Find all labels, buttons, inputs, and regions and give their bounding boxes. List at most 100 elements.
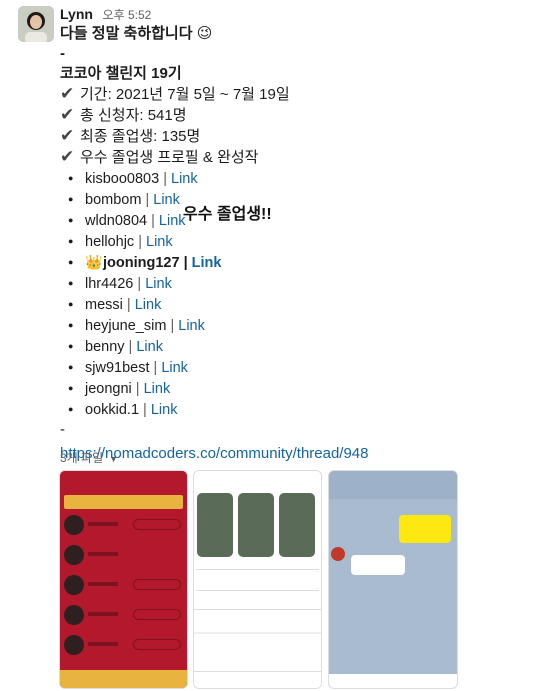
thumbnail-chat-bubble-received (351, 555, 405, 575)
graduate-name: benny (85, 339, 125, 355)
check-item-text: 최종 졸업생: 135명 (80, 128, 201, 145)
graduate-link[interactable]: Link (146, 234, 173, 250)
check-item: ✔ 우수 졸업생 프로필 & 완성작 (60, 147, 528, 168)
thumbnail-post-box (194, 597, 321, 610)
thread-url-link[interactable]: https://nomadcoders.co/community/thread/… (60, 444, 528, 464)
bullet-icon: ● (68, 194, 74, 204)
check-item-text: 우수 졸업생 프로필 & 완성작 (80, 149, 259, 166)
list-item: ● kisboo0803 | Link (60, 168, 528, 189)
graduate-name: sjw91best (85, 360, 150, 376)
list-item: ● messi | Link (60, 294, 528, 315)
list-item: ● lhr4426 | Link (60, 273, 528, 294)
thumbnail-chat-header (329, 471, 457, 499)
author-name[interactable]: Lynn (60, 6, 93, 22)
graduate-name: hellohjc (85, 234, 135, 250)
message: Lynn 오후 5:52 다들 정말 축하합니다 😉 - 코코아 챌린지 19기… (60, 5, 528, 464)
bullet-icon: ● (68, 236, 74, 246)
check-mark-icon: ✔ (60, 84, 75, 103)
graduate-link[interactable]: Link (159, 213, 186, 229)
thumbnail-row (64, 515, 183, 541)
graduate-name: messi (85, 297, 123, 313)
files-count-label: 3개 파일 (60, 451, 104, 465)
list-item: ● benny | Link (60, 336, 528, 357)
check-item-text: 총 신청자: 541명 (80, 107, 187, 124)
thumbnail-banner (64, 495, 183, 509)
divider-dash: - (60, 421, 65, 438)
separator: | (137, 276, 142, 292)
caret-down-icon: ▼ (109, 454, 119, 464)
list-item: ● sjw91best | Link (60, 357, 528, 378)
thumbnail-nav-bar (194, 671, 321, 688)
check-mark-icon: ✔ (60, 105, 75, 124)
bullet-icon: ● (68, 257, 74, 267)
separator: | (183, 255, 188, 271)
bullet-icon: ● (68, 215, 74, 225)
timestamp[interactable]: 오후 5:52 (103, 8, 152, 22)
graduate-link[interactable]: Link (171, 171, 198, 187)
check-item-text: 기간: 2021년 7월 5일 ~ 7월 19일 (80, 86, 290, 103)
bullet-icon: ● (68, 320, 74, 330)
list-item: ● hellohjc | Link (60, 231, 528, 252)
check-item: ✔ 기간: 2021년 7월 5일 ~ 7월 19일 (60, 84, 528, 105)
thumbnail-row (64, 575, 183, 601)
list-item: ● bombom | Link (60, 189, 528, 210)
graduate-link[interactable]: Link (136, 339, 163, 355)
bullet-icon: ● (68, 173, 74, 183)
files-toggle[interactable]: 3개 파일 ▼ (60, 449, 118, 466)
separator: | (170, 318, 175, 334)
list-item: ● heyjune_sim | Link (60, 315, 528, 336)
bullet-icon: ● (68, 299, 74, 309)
app-header-bar (60, 471, 187, 489)
bullet-icon: ● (68, 341, 74, 351)
graduate-link[interactable]: Link (151, 402, 178, 418)
graduate-list: ● kisboo0803 | Link ● bombom | Link ● wldn0… (60, 168, 528, 420)
message-header: Lynn 오후 5:52 (60, 5, 528, 24)
thumbnail-app-logo (194, 471, 321, 485)
avatar[interactable] (18, 6, 54, 42)
graduate-name: jooning127 (103, 255, 180, 271)
greeting: 다들 정말 축하합니다 😉 (60, 25, 213, 42)
file-thumbnail-3[interactable] (328, 470, 458, 689)
graduate-link[interactable]: Link (135, 297, 162, 313)
separator: | (138, 234, 142, 250)
graduate-link[interactable]: Link (145, 276, 172, 292)
graduate-name: jeongni (85, 381, 132, 397)
crown-icon: 👑 (85, 254, 103, 270)
bullet-icon: ● (68, 362, 74, 372)
challenge-title: 코코아 챌린지 19기 (60, 65, 182, 82)
bullet-icon: ● (68, 404, 74, 414)
thumbnail-row (64, 605, 183, 631)
bullet-icon: ● (68, 278, 74, 288)
graduate-name: heyjune_sim (85, 318, 167, 334)
separator: | (143, 402, 147, 418)
graduate-name: bombom (85, 192, 142, 208)
thumbnail-chat-bubble-sent (399, 515, 451, 543)
graduate-link[interactable]: Link (144, 381, 171, 397)
separator: | (163, 171, 167, 187)
file-thumbnail-2[interactable] (193, 470, 322, 689)
separator: | (126, 297, 131, 313)
list-item: ● jeongni | Link (60, 378, 528, 399)
graduate-link[interactable]: Link (153, 192, 180, 208)
graduate-name: wldn0804 (85, 213, 148, 229)
graduate-link[interactable]: Link (161, 360, 188, 376)
thumbnail-tab-bar (60, 670, 187, 688)
thumbnail-actions (194, 610, 321, 634)
check-item: ✔ 최종 졸업생: 135명 (60, 126, 528, 147)
list-item: ● ookkid.1 | Link (60, 399, 528, 420)
graduate-name: lhr4426 (85, 276, 134, 292)
separator: | (145, 192, 150, 208)
thumbnail-row (64, 635, 183, 661)
divider-dash: - (60, 45, 65, 62)
thumbnail-row (64, 545, 183, 571)
graduate-name: kisboo0803 (85, 171, 160, 187)
list-item: ● wldn0804 | Link (60, 210, 528, 231)
file-thumbnail-1[interactable] (59, 470, 188, 689)
separator: | (151, 213, 155, 229)
separator: | (135, 381, 140, 397)
graduate-link[interactable]: Link (192, 255, 222, 271)
graduate-link[interactable]: Link (178, 318, 205, 334)
check-mark-icon: ✔ (60, 147, 75, 166)
check-item: ✔ 총 신청자: 541명 (60, 105, 528, 126)
thumbnail-chat-input (329, 674, 457, 688)
